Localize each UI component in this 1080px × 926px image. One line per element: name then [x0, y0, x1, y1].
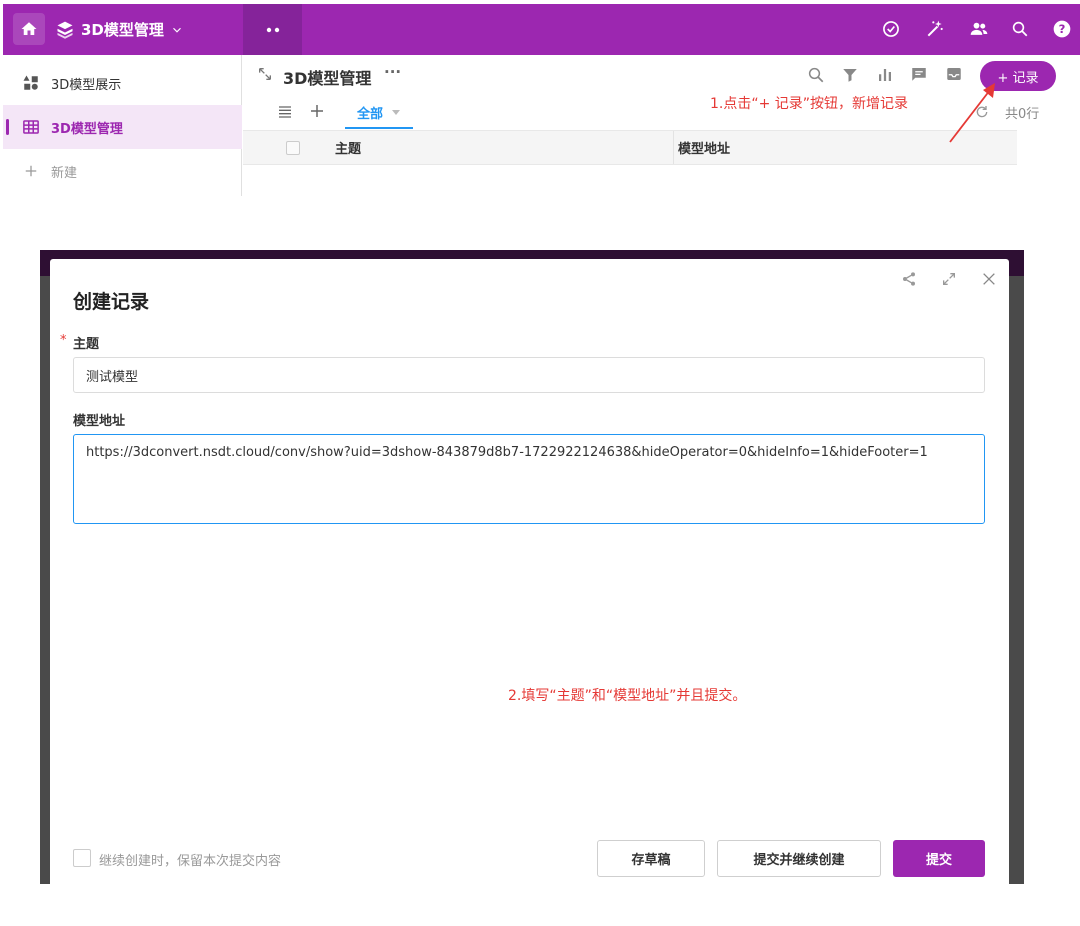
submit-and-continue-button[interactable]: 提交并继续创建 — [717, 840, 881, 877]
annotation-arrow — [949, 83, 995, 143]
cube-stack-icon — [55, 20, 75, 40]
help-icon[interactable]: ? — [1051, 18, 1073, 40]
app-switcher[interactable]: 3D模型管理 — [55, 4, 184, 55]
close-icon[interactable] — [979, 269, 999, 289]
apps-menu-button[interactable] — [243, 4, 302, 55]
save-draft-label: 存草稿 — [631, 853, 671, 868]
submit-button[interactable]: 提交 — [893, 840, 985, 877]
apps-dots-icon — [265, 27, 281, 33]
more-options-button[interactable]: ··· — [384, 63, 401, 81]
table-header: 主题 模型地址 — [243, 130, 1017, 165]
keep-content-label: 继续创建时，保留本次提交内容 — [99, 854, 282, 869]
filter-icon[interactable] — [841, 66, 859, 84]
required-marker: * — [60, 333, 67, 348]
add-view-icon[interactable] — [309, 103, 325, 119]
instruction-step-2: 2.填写“主题”和“模型地址”并且提交。 — [508, 688, 747, 704]
svg-text:?: ? — [1059, 22, 1066, 36]
fullscreen-icon[interactable] — [939, 269, 959, 289]
model-url-textarea[interactable]: https://3dconvert.nsdt.cloud/conv/show?u… — [73, 434, 985, 524]
instruction-step-1: 1.点击“+ 记录”按钮，新增记录 — [710, 96, 909, 112]
dialog-title: 创建记录 — [73, 291, 150, 313]
add-record-label: + 记录 — [997, 70, 1039, 86]
search-icon[interactable] — [1009, 18, 1031, 40]
submit-label: 提交 — [925, 853, 952, 868]
search-icon[interactable] — [807, 66, 825, 84]
chevron-down-icon — [170, 23, 184, 37]
sidebar-item-3d-showcase[interactable]: 3D模型展示 — [3, 61, 242, 105]
top-navigation-bar: 3D模型管理 ? — [3, 4, 1080, 55]
comment-icon[interactable] — [910, 65, 928, 83]
share-icon[interactable] — [899, 269, 919, 289]
expand-icon[interactable] — [257, 66, 273, 82]
sidebar-item-label: 3D模型展示 — [51, 77, 122, 93]
list-icon[interactable] — [277, 103, 293, 119]
row-count: 共0行 — [1005, 107, 1040, 122]
subject-label: 主题 — [73, 337, 100, 352]
subject-input[interactable]: 测试模型 — [73, 357, 985, 393]
tab-all[interactable]: 全部 — [345, 97, 413, 129]
sidebar-item-label: 新建 — [51, 165, 78, 181]
caret-down-icon — [391, 107, 401, 117]
app-name: 3D模型管理 — [81, 21, 164, 39]
keep-content-checkbox[interactable] — [73, 849, 91, 867]
table-icon — [21, 117, 41, 137]
column-header-model-url[interactable]: 模型地址 — [678, 131, 730, 164]
create-record-dialog: 创建记录 * 主题 测试模型 模型地址 https://3dconvert.ns… — [50, 259, 1009, 884]
widgets-icon — [21, 73, 41, 93]
sidebar-item-new[interactable]: 新建 — [3, 149, 242, 193]
bar-chart-icon[interactable] — [876, 66, 894, 84]
plus-icon — [21, 161, 41, 181]
column-header-subject[interactable]: 主题 — [335, 131, 361, 164]
users-icon[interactable] — [968, 18, 990, 40]
check-circle-icon[interactable] — [880, 18, 902, 40]
submit-and-continue-label: 提交并继续创建 — [753, 853, 845, 868]
model-url-label: 模型地址 — [73, 414, 126, 429]
magic-wand-icon[interactable] — [924, 18, 946, 40]
tab-label: 全部 — [356, 106, 383, 122]
save-draft-button[interactable]: 存草稿 — [597, 840, 705, 877]
sidebar: 3D模型展示 3D模型管理 新建 — [3, 55, 242, 196]
select-all-checkbox[interactable] — [286, 141, 300, 155]
sidebar-item-3d-management[interactable]: 3D模型管理 — [3, 105, 242, 149]
sidebar-item-label: 3D模型管理 — [51, 121, 123, 137]
home-button[interactable] — [13, 13, 45, 45]
home-icon — [20, 20, 38, 38]
worksheet-title: 3D模型管理 — [283, 69, 372, 88]
column-divider — [673, 131, 674, 164]
